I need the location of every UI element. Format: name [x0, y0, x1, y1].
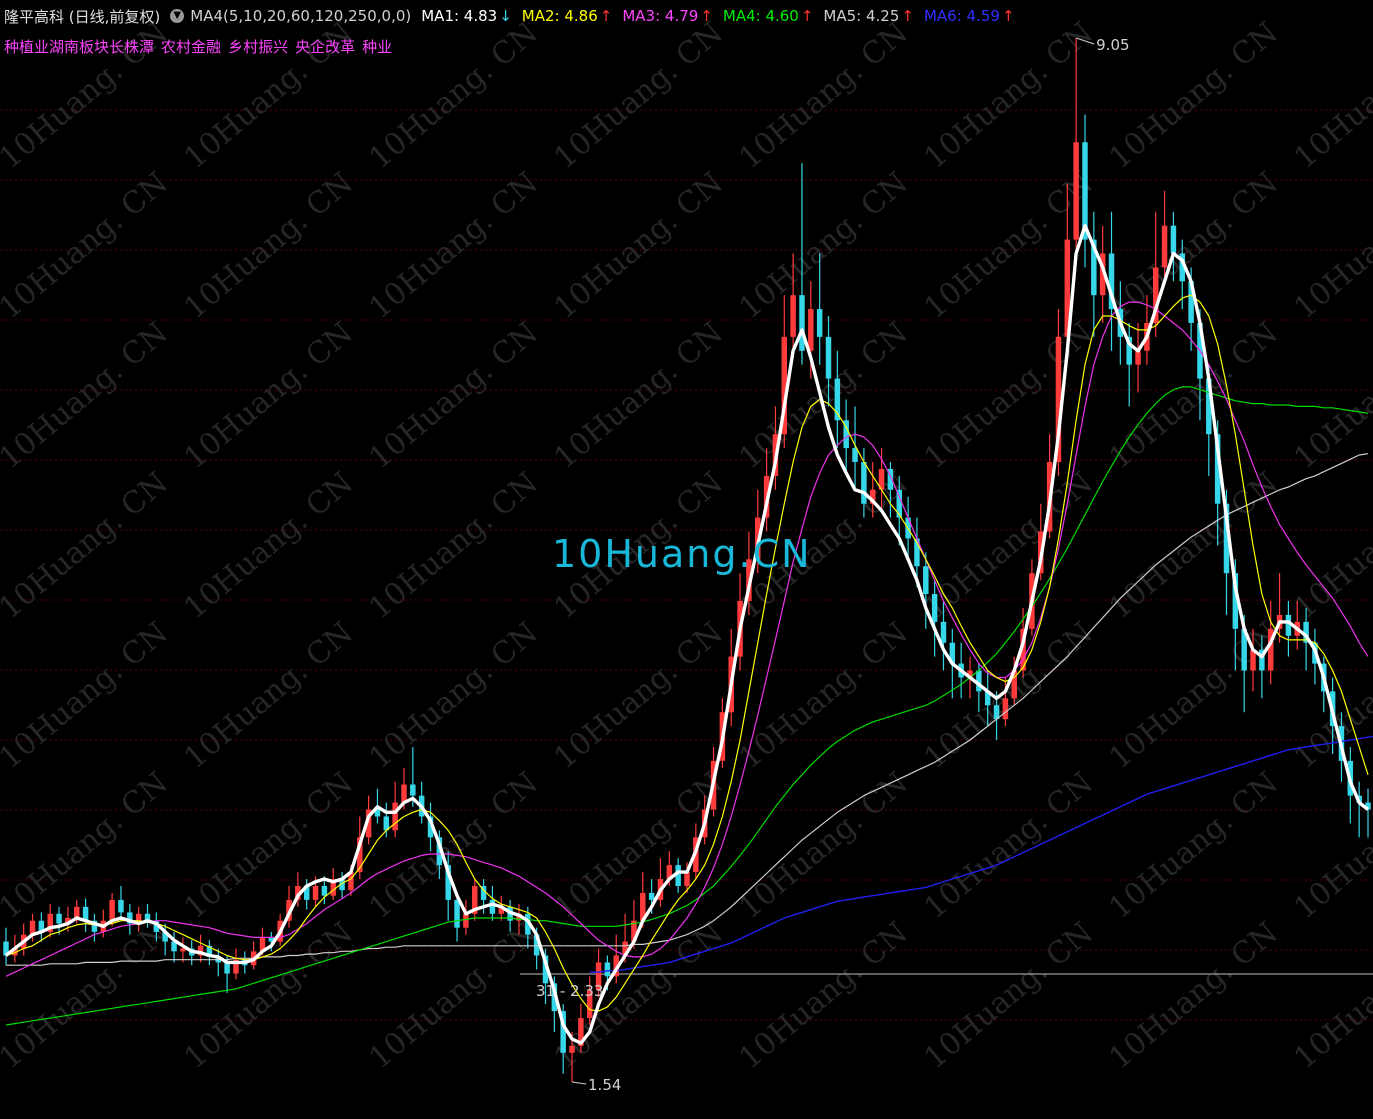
- candle-body: [109, 899, 115, 921]
- candle-body: [684, 872, 690, 886]
- watermark-text: 10Huang. CN: [918, 915, 1100, 1076]
- ma2-label: MA2: 4.86 ↑: [521, 7, 613, 25]
- candle-body: [392, 802, 398, 831]
- watermark-text: 10Huang. CN: [363, 315, 545, 476]
- watermark-text: 10Huang. CN: [0, 615, 175, 776]
- watermark-text: 10Huang. CN: [363, 915, 545, 1076]
- candle-body: [1135, 350, 1141, 365]
- candle-body: [923, 566, 929, 595]
- watermark-text: 10Huang. CN: [548, 15, 730, 176]
- candle-body: [931, 594, 938, 622]
- watermark-text: 10Huang. CN: [178, 615, 360, 776]
- watermark-text: 10Huang. CN: [918, 315, 1100, 476]
- stock-title[interactable]: 隆平高科 (日线,前复权): [4, 6, 160, 27]
- chart-window: 10Huang. CN 10Huang. CN 10Huang. CN 10Huang…: [0, 0, 1373, 1119]
- tag-item[interactable]: 农村金融: [161, 38, 221, 56]
- watermark-text: 10Huang. CN: [1103, 15, 1285, 176]
- watermark-text: 10Huang. CN: [363, 765, 545, 926]
- ma4-label: MA4: 4.60 ↑: [722, 7, 814, 25]
- candle-body: [1073, 142, 1079, 240]
- candle-body: [224, 962, 230, 974]
- indicator-name[interactable]: MA4(5,10,20,60,120,250,0,0): [190, 7, 411, 25]
- ma1-label: MA1: 4.83 ↓: [421, 7, 512, 25]
- candle-body: [1002, 698, 1009, 720]
- candle-body: [74, 906, 80, 918]
- candle-body: [312, 885, 319, 900]
- candle-body: [604, 962, 611, 977]
- watermark-text: 10Huang. CN: [363, 465, 545, 626]
- high-label: 9.05: [1096, 36, 1129, 54]
- candle-body: [940, 621, 947, 643]
- candle-body: [896, 489, 903, 518]
- candle-body: [816, 309, 823, 337]
- watermark-text: 10Huang. CN: [1103, 765, 1285, 926]
- watermark-text: 10Huang. CN: [1288, 315, 1373, 476]
- watermark-text: 10Huang. CN: [548, 615, 730, 776]
- tag-item[interactable]: 央企改革: [295, 38, 355, 56]
- candle-body: [790, 295, 796, 337]
- watermark-text: 10Huang. CN: [1288, 165, 1373, 326]
- candle-body: [56, 913, 62, 924]
- candle-body: [569, 1045, 575, 1053]
- chart-header: 隆平高科 (日线,前复权) ▼ MA4(5,10,20,60,120,250,0…: [4, 4, 1025, 28]
- tag-item[interactable]: 乡村振兴: [228, 38, 288, 56]
- watermark-text: 10Huang. CN: [1288, 915, 1373, 1076]
- watermark-text: 10Huang. CN: [1103, 615, 1285, 776]
- watermark-text: 10Huang. CN: [733, 15, 915, 176]
- candle-body: [808, 309, 814, 351]
- watermark-text: 10Huang. CN: [363, 165, 545, 326]
- candle-body: [454, 899, 460, 928]
- candle-body: [1170, 225, 1177, 254]
- watermark-text: 10Huang. CN: [0, 465, 175, 626]
- candle-body: [861, 461, 867, 504]
- watermark-text: 10Huang. CN: [363, 615, 545, 776]
- candle-body: [1161, 225, 1168, 268]
- watermark-text: 10Huang. CN: [178, 765, 360, 926]
- watermark-text: 10Huang. CN: [918, 465, 1100, 626]
- watermark-text: 10Huang. CN: [733, 615, 915, 776]
- concept-tags: 种植业湖南板块长株潭 农村金融 乡村振兴 央企改革 种业: [4, 36, 399, 58]
- low-pointer: [571, 1081, 587, 1085]
- candle-body: [410, 784, 416, 796]
- ma6-label: MA6: 4.59 ↑: [923, 7, 1015, 25]
- watermark-text: 10Huang. CN: [733, 315, 915, 476]
- low-label: 1.54: [588, 1076, 621, 1094]
- tag-item[interactable]: 长株潭: [109, 38, 154, 56]
- watermark-text: 10Huang. CN: [548, 165, 730, 326]
- ma5-label: MA5: 4.25 ↑: [823, 7, 914, 25]
- brand-watermark: 10Huang.CN: [552, 532, 812, 576]
- candle-body: [321, 885, 328, 896]
- watermark-text: 10Huang. CN: [733, 165, 915, 326]
- candle-body: [799, 295, 805, 351]
- watermark-text: 10Huang. CN: [918, 15, 1100, 176]
- watermark-text: 10Huang. CN: [918, 765, 1100, 926]
- watermark-text: 10Huang. CN: [1103, 915, 1285, 1076]
- candle-body: [489, 899, 496, 914]
- watermark-text: 10Huang. CN: [1288, 15, 1373, 176]
- candle-body: [825, 336, 832, 379]
- watermark-text: 10Huang. CN: [1103, 465, 1285, 626]
- tag-item[interactable]: 种业: [362, 38, 392, 56]
- watermark-text: 10Huang. CN: [178, 315, 360, 476]
- candle-body: [118, 899, 124, 913]
- watermark-text: 10Huang. CN: [733, 915, 915, 1076]
- range-label: 31 - 2.33: [536, 982, 603, 1000]
- watermark-text: 10Huang. CN: [548, 765, 730, 926]
- watermark-text: 10Huang. CN: [1288, 765, 1373, 926]
- tag-item[interactable]: 种植业: [4, 38, 49, 56]
- watermark-text: 10Huang. CN: [1288, 465, 1373, 626]
- watermark-text: 10Huang. CN: [548, 315, 730, 476]
- candle-body: [648, 892, 655, 900]
- watermark-text: 10Huang. CN: [0, 765, 175, 926]
- watermark-text: 10Huang. CN: [178, 465, 360, 626]
- watermark-text: 10Huang. CN: [0, 165, 175, 326]
- watermark-text: 10Huang. CN: [0, 315, 175, 476]
- tag-item[interactable]: 湖南板块: [49, 38, 109, 56]
- ma3-label: MA3: 4.79 ↑: [622, 7, 713, 25]
- candle-body: [463, 913, 469, 928]
- watermark-text: 10Huang. CN: [178, 165, 360, 326]
- watermark-text: 10Huang. CN: [733, 765, 915, 926]
- settings-icon[interactable]: ▼: [170, 9, 185, 23]
